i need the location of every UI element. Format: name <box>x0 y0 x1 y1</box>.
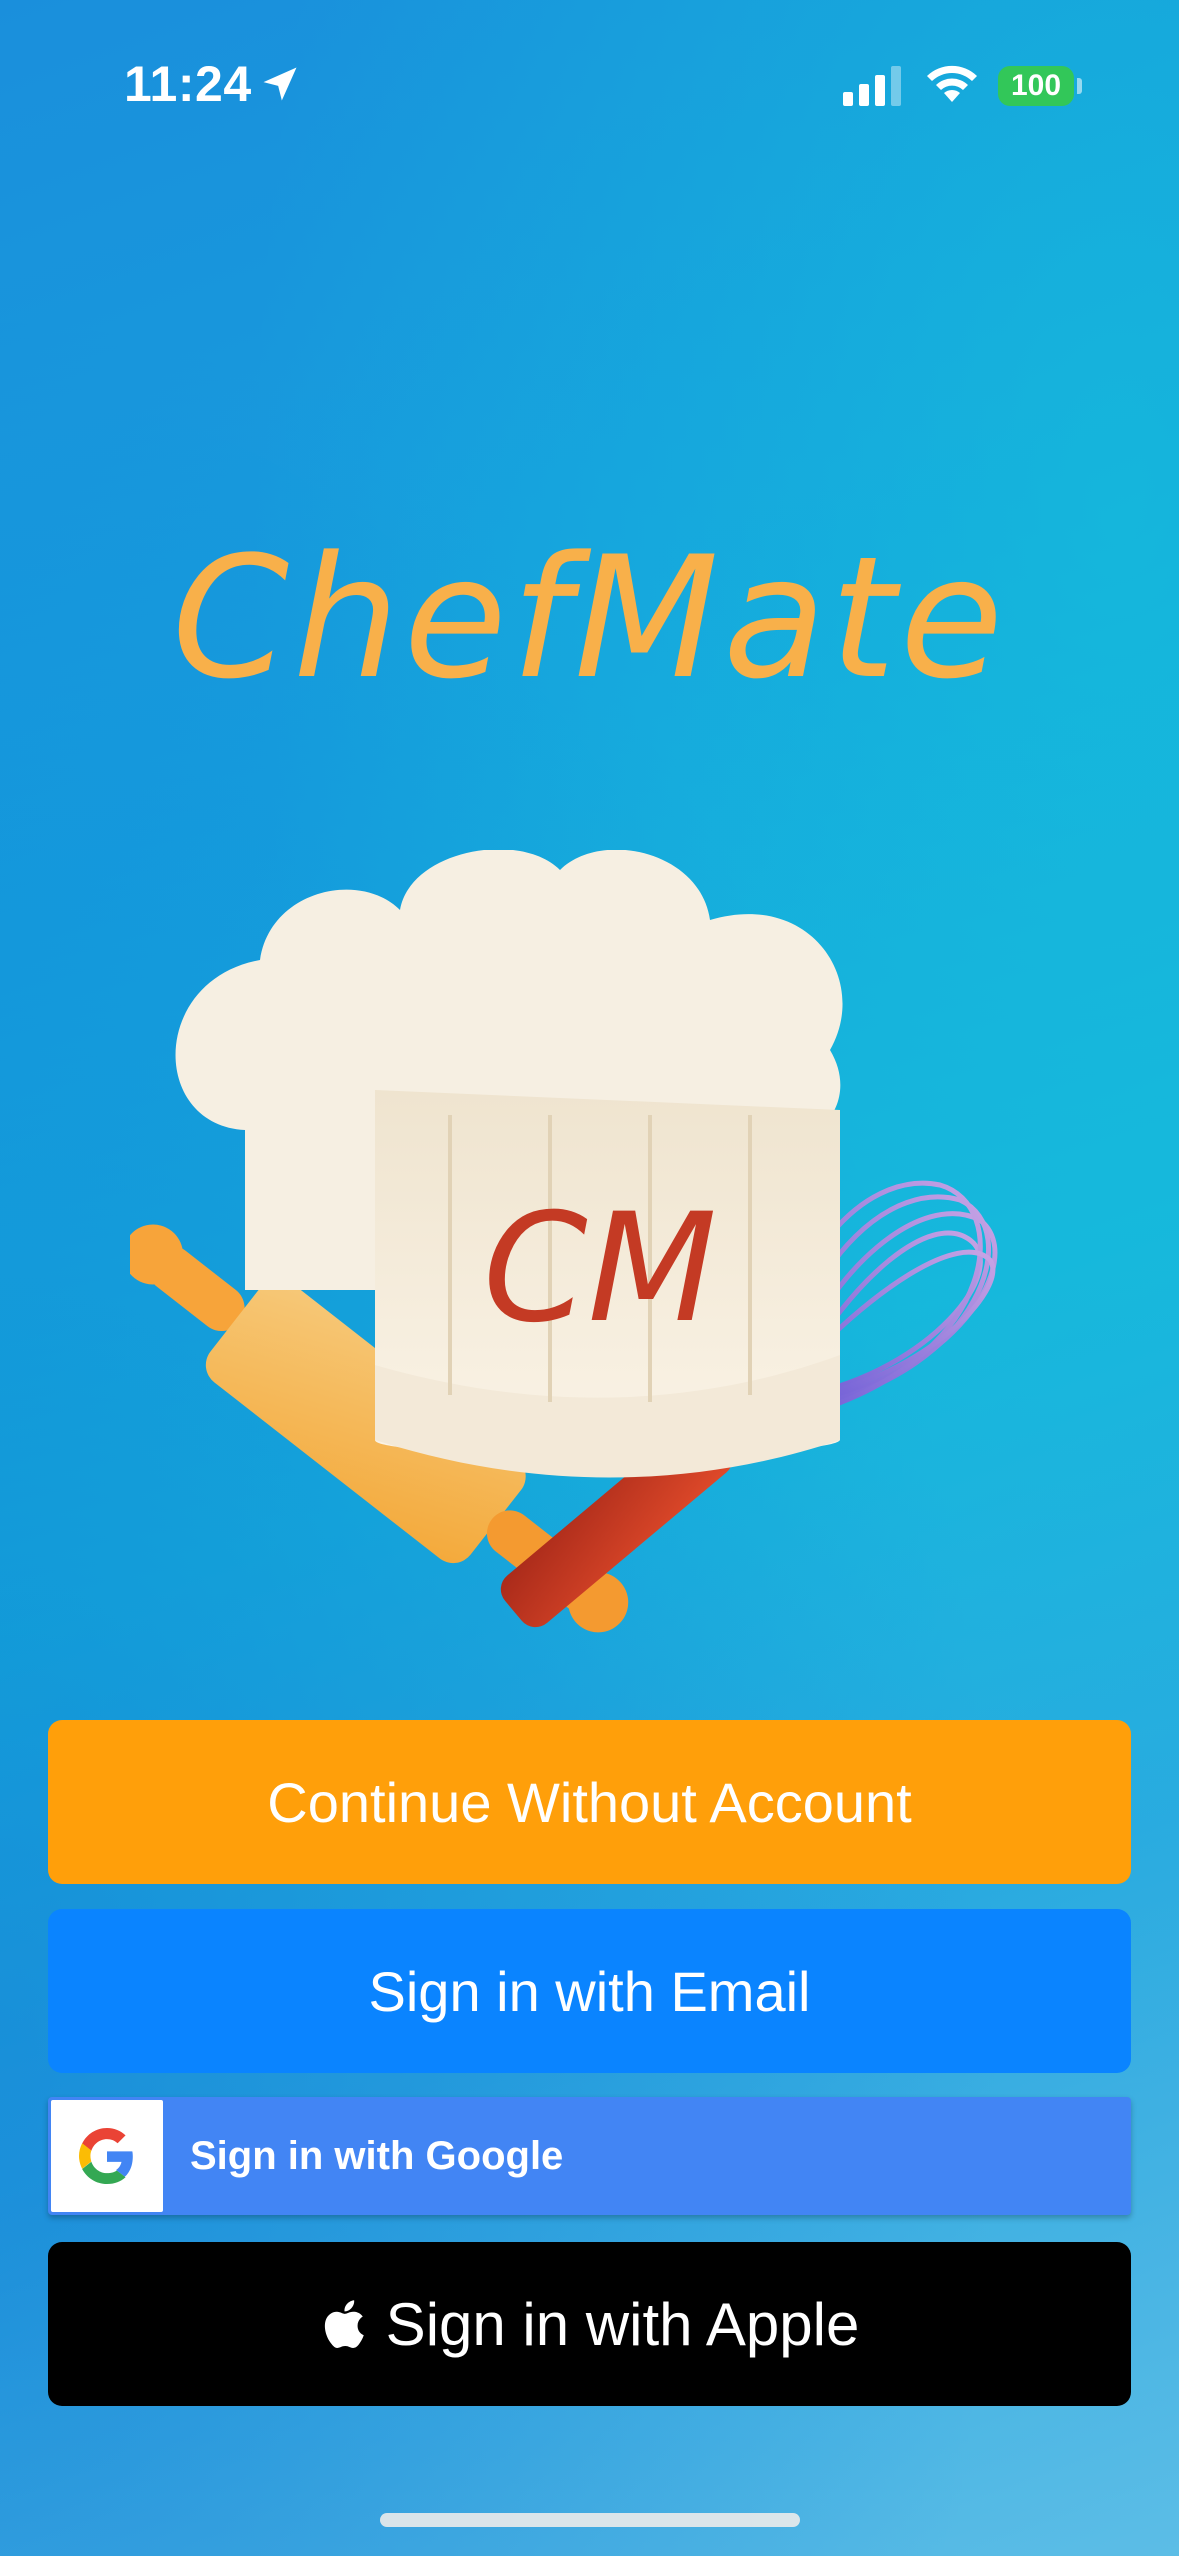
sign-in-apple-button[interactable]: Sign in with Apple <box>48 2242 1131 2406</box>
apple-icon <box>324 2300 364 2348</box>
battery-cap <box>1077 78 1082 94</box>
sign-in-google-button[interactable]: Sign in with Google <box>48 2097 1131 2215</box>
location-arrow-icon <box>263 67 297 101</box>
sign-in-apple-label: Sign in with Apple <box>385 2290 860 2358</box>
battery-level: 100 <box>1010 69 1062 102</box>
sign-in-email-label: Sign in with Email <box>368 1959 811 2023</box>
cellular-signal-icon <box>843 66 901 106</box>
home-indicator[interactable] <box>380 2513 800 2527</box>
login-screen: 11:24 100 ChefMate CM Continue Without A… <box>0 0 1179 2556</box>
sign-in-google-label: Sign in with Google <box>190 2133 564 2178</box>
google-icon <box>79 2128 133 2184</box>
continue-without-account-label: Continue Without Account <box>267 1770 912 1834</box>
sign-in-email-button[interactable]: Sign in with Email <box>48 1909 1131 2073</box>
chefmate-logo: CM <box>130 850 998 1633</box>
app-title: ChefMate <box>171 520 1008 716</box>
logo-monogram: CM <box>483 1182 717 1356</box>
status-time: 11:24 <box>124 56 252 112</box>
wifi-icon <box>927 65 977 102</box>
continue-without-account-button[interactable]: Continue Without Account <box>48 1720 1131 1884</box>
status-bar: 11:24 100 <box>0 0 1179 170</box>
battery-indicator: 100 <box>998 66 1074 106</box>
google-logo-box <box>51 2100 163 2212</box>
